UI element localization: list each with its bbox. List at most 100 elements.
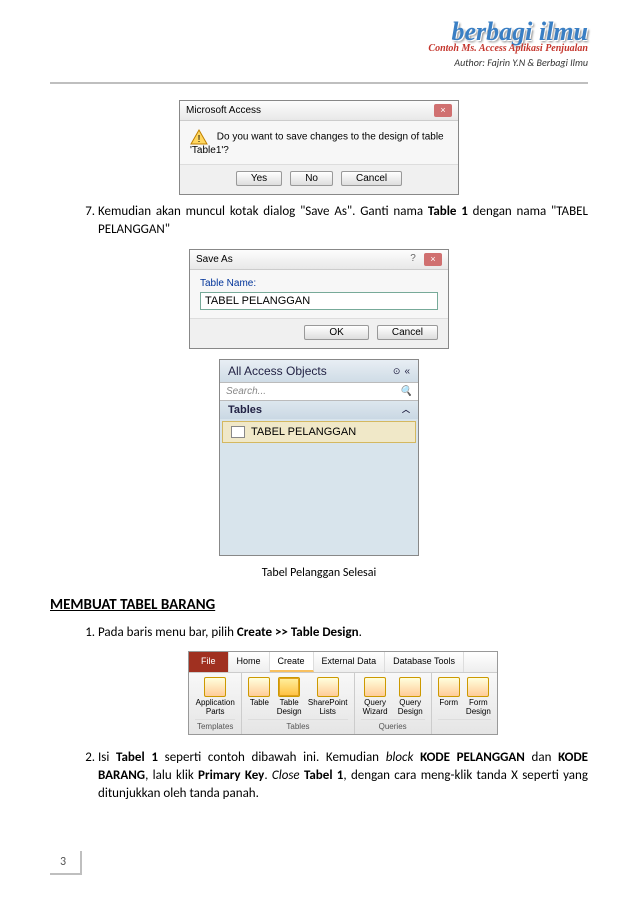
- close-icon[interactable]: ×: [434, 104, 452, 117]
- table-icon: [231, 426, 245, 438]
- close-icon[interactable]: ×: [424, 253, 442, 266]
- l: Query Design: [396, 699, 425, 717]
- t: Kemudian akan muncul kotak dialog "Save …: [98, 204, 428, 219]
- search-icon[interactable]: 🔍: [400, 386, 412, 397]
- l: Table Design: [276, 699, 302, 717]
- i: Close: [272, 768, 300, 783]
- saveas-titlebar: Save As ? ×: [190, 250, 448, 270]
- page-content: Microsoft Access × ! Do you want to save…: [50, 100, 588, 804]
- svg-text:!: !: [198, 134, 201, 145]
- btn-form[interactable]: Form: [438, 677, 460, 717]
- b: KODE PELANGGAN: [420, 750, 525, 765]
- tab-home[interactable]: Home: [229, 652, 270, 673]
- step-7: Kemudian akan muncul kotak dialog "Save …: [98, 203, 588, 239]
- tab-file[interactable]: File: [189, 652, 229, 673]
- i: block: [386, 750, 414, 765]
- warning-icon: !: [190, 129, 208, 145]
- b: Tabel 1: [116, 750, 158, 765]
- header-divider: [50, 82, 588, 84]
- chevron-up-icon: ︿: [402, 404, 410, 416]
- cancel-button[interactable]: Cancel: [341, 171, 402, 186]
- save-as-dialog: Save As ? × Table Name: OK Cancel: [189, 249, 449, 349]
- logo-author-text: Author: Fajrin Y.N & Berbagi Ilmu: [428, 56, 588, 69]
- ms-access-confirm-dialog: Microsoft Access × ! Do you want to save…: [179, 100, 459, 195]
- dialog-title: Microsoft Access: [186, 105, 261, 116]
- nav-search[interactable]: Search... 🔍: [220, 382, 418, 401]
- group-label-queries: Queries: [361, 719, 425, 732]
- tab-external-data[interactable]: External Data: [314, 652, 386, 673]
- step-2: Isi Tabel 1 seperti contoh dibawah ini. …: [98, 749, 588, 804]
- btn-sharepoint-lists[interactable]: SharePoint Lists: [308, 677, 348, 717]
- nav-group-tables[interactable]: Tables ︿: [220, 401, 418, 419]
- nav-empty-area: [220, 445, 418, 555]
- appparts-icon: [204, 677, 226, 697]
- heading-membuat-tabel-barang: MEMBUAT TABEL BARANG: [50, 596, 588, 614]
- l: Query Wizard: [361, 699, 390, 717]
- ribbon-group-templates: Application Parts Templates: [189, 673, 242, 734]
- ok-button[interactable]: OK: [304, 325, 368, 340]
- tab-database-tools[interactable]: Database Tools: [385, 652, 464, 673]
- table-design-icon: [278, 677, 300, 697]
- btn-form-design[interactable]: Form Design: [466, 677, 491, 717]
- ribbon-tabs: File Home Create External Data Database …: [189, 652, 497, 674]
- nav-header[interactable]: All Access Objects ⊙ «: [220, 360, 418, 382]
- sharepoint-icon: [317, 677, 339, 697]
- group-label-forms: [438, 719, 491, 721]
- t: dan: [525, 750, 558, 765]
- ordered-list-barang: Pada baris menu bar, pilih Create >> Tab…: [50, 624, 588, 803]
- tab-create[interactable]: Create: [270, 652, 314, 673]
- btn-application-parts[interactable]: Application Parts: [195, 677, 235, 717]
- btn-query-wizard[interactable]: Query Wizard: [361, 677, 390, 717]
- collapse-icon[interactable]: «: [404, 366, 410, 377]
- form-design-icon: [467, 677, 489, 697]
- table-icon: [248, 677, 270, 697]
- t: Pada baris menu bar, pilih: [98, 625, 237, 640]
- group-label-templates: Templates: [195, 719, 235, 732]
- header-logo: berbagi ilmu Contoh Ms. Access Aplikasi …: [428, 20, 588, 69]
- step-1: Pada baris menu bar, pilih Create >> Tab…: [98, 624, 588, 735]
- navigation-pane: All Access Objects ⊙ « Search... 🔍 Table…: [219, 359, 419, 556]
- no-button[interactable]: No: [290, 171, 333, 186]
- search-placeholder: Search...: [226, 386, 266, 397]
- cancel-button[interactable]: Cancel: [377, 325, 438, 340]
- btn-table[interactable]: Table: [248, 677, 270, 717]
- table-name-label: Table Name:: [200, 278, 438, 289]
- query-design-icon: [399, 677, 421, 697]
- saveas-body: Table Name:: [190, 270, 448, 318]
- ordered-list-7: Kemudian akan muncul kotak dialog "Save …: [50, 203, 588, 239]
- btn-query-design[interactable]: Query Design: [396, 677, 425, 717]
- btn-table-design[interactable]: Table Design: [276, 677, 302, 717]
- step-7-text: Kemudian akan muncul kotak dialog "Save …: [98, 203, 588, 239]
- l: SharePoint Lists: [308, 699, 348, 717]
- t: .: [264, 768, 272, 783]
- dropdown-icon[interactable]: ⊙: [393, 366, 401, 377]
- b: Table 1: [428, 204, 468, 219]
- figure-caption: Tabel Pelanggan Selesai: [50, 566, 588, 580]
- dialog-buttons: Yes No Cancel: [180, 164, 458, 194]
- group-label-tables: Tables: [248, 719, 347, 732]
- table-name-input[interactable]: [200, 292, 438, 310]
- t: .: [359, 625, 362, 640]
- form-icon: [438, 677, 460, 697]
- t: , lalu klik: [145, 768, 198, 783]
- t: Isi: [98, 750, 116, 765]
- nav-item-tabel-pelanggan[interactable]: TABEL PELANGGAN: [222, 421, 416, 443]
- saveas-buttons: OK Cancel: [190, 318, 448, 348]
- yes-button[interactable]: Yes: [236, 171, 282, 186]
- query-wizard-icon: [364, 677, 386, 697]
- dialog-message: Do you want to save changes to the desig…: [190, 132, 444, 156]
- logo-sub-text: Contoh Ms. Access Aplikasi Penjualan: [428, 43, 588, 54]
- help-icon[interactable]: ?: [404, 253, 422, 266]
- saveas-title: Save As: [196, 254, 233, 265]
- l: Application Parts: [195, 699, 235, 717]
- dialog-titlebar: Microsoft Access ×: [180, 101, 458, 121]
- b: Primary Key: [198, 768, 264, 783]
- l: Table: [250, 699, 269, 708]
- nav-header-text: All Access Objects: [228, 364, 327, 378]
- t: seperti contoh dibawah ini. Kemudian: [158, 750, 386, 765]
- l: Form: [439, 699, 458, 708]
- nav-group-label: Tables: [228, 404, 262, 416]
- ribbon-group-queries: Query Wizard Query Design Queries: [355, 673, 432, 734]
- nav-item-label: TABEL PELANGGAN: [251, 426, 356, 438]
- ribbon-create: File Home Create External Data Database …: [188, 651, 498, 735]
